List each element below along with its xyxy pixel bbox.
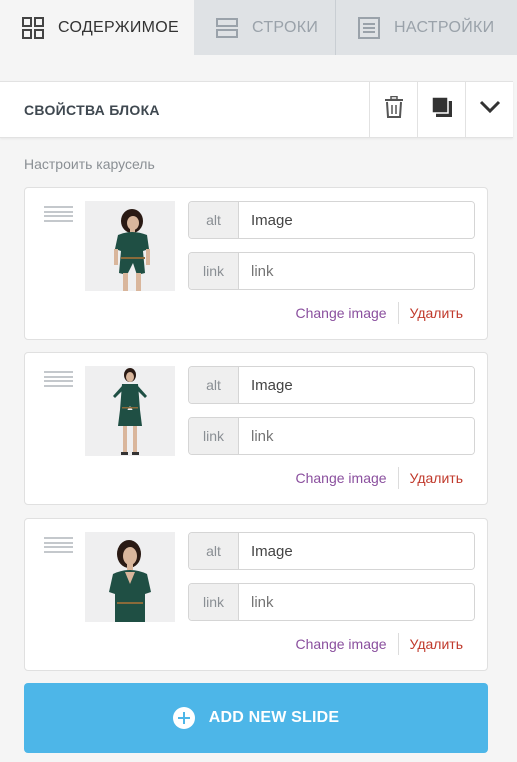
link-input[interactable] xyxy=(239,253,474,289)
delete-slide-link[interactable]: Удалить xyxy=(399,636,463,652)
link-addon-label: link xyxy=(189,584,239,620)
change-image-link[interactable]: Change image xyxy=(295,305,397,321)
link-input[interactable] xyxy=(239,584,474,620)
alt-field: alt xyxy=(188,201,475,239)
link-field: link xyxy=(188,417,475,455)
tab-content[interactable]: СОДЕРЖИМОЕ xyxy=(0,0,194,55)
alt-addon-label: alt xyxy=(189,202,239,238)
alt-addon-label: alt xyxy=(189,533,239,569)
grid-icon xyxy=(20,16,46,40)
add-new-slide-button[interactable]: ADD NEW SLIDE xyxy=(24,683,488,753)
tab-bar: СОДЕРЖИМОЕ СТРОКИ НАСТРОЙКИ xyxy=(0,0,517,55)
slide-card: alt link Change image Удалить xyxy=(24,352,488,505)
drag-handle[interactable] xyxy=(44,371,73,387)
link-field: link xyxy=(188,252,475,290)
slide-card: alt link Change image Удалить xyxy=(24,187,488,340)
tab-label: СТРОКИ xyxy=(252,18,319,36)
collapse-block-button[interactable] xyxy=(465,81,513,138)
slide-image xyxy=(85,366,175,456)
settings-list-icon xyxy=(356,16,382,40)
alt-input[interactable] xyxy=(239,533,474,569)
tab-label: СОДЕРЖИМОЕ xyxy=(58,18,180,36)
change-image-link[interactable]: Change image xyxy=(295,636,397,652)
slide-actions: Change image Удалить xyxy=(295,302,463,324)
chevron-down-icon xyxy=(479,100,501,119)
rows-icon xyxy=(214,16,240,40)
duplicate-block-button[interactable] xyxy=(417,81,465,138)
delete-slide-link[interactable]: Удалить xyxy=(399,470,463,486)
drag-handle[interactable] xyxy=(44,537,73,553)
alt-input[interactable] xyxy=(239,367,474,403)
plus-circle-icon xyxy=(172,707,195,729)
delete-block-button[interactable] xyxy=(369,81,417,138)
tab-rows[interactable]: СТРОКИ xyxy=(194,0,336,55)
block-properties-header: СВОЙСТВА БЛОКА xyxy=(0,81,513,138)
drag-handle[interactable] xyxy=(44,206,73,222)
add-new-slide-label: ADD NEW SLIDE xyxy=(208,709,340,726)
block-title: СВОЙСТВА БЛОКА xyxy=(24,101,160,118)
link-input[interactable] xyxy=(239,418,474,454)
slide-actions: Change image Удалить xyxy=(295,467,463,489)
tab-settings[interactable]: НАСТРОЙКИ xyxy=(336,0,517,55)
slide-actions: Change image Удалить xyxy=(295,633,463,655)
link-addon-label: link xyxy=(189,418,239,454)
alt-addon-label: alt xyxy=(189,367,239,403)
link-addon-label: link xyxy=(189,253,239,289)
alt-field: alt xyxy=(188,366,475,404)
duplicate-icon xyxy=(430,96,453,123)
alt-input[interactable] xyxy=(239,202,474,238)
slide-image xyxy=(85,201,175,291)
slide-image xyxy=(85,532,175,622)
delete-slide-link[interactable]: Удалить xyxy=(399,305,463,321)
alt-field: alt xyxy=(188,532,475,570)
carousel-section-label: Настроить карусель xyxy=(24,156,155,172)
slide-card: alt link Change image Удалить xyxy=(24,518,488,671)
tab-label: НАСТРОЙКИ xyxy=(394,18,495,36)
change-image-link[interactable]: Change image xyxy=(295,470,397,486)
trash-icon xyxy=(384,95,404,123)
link-field: link xyxy=(188,583,475,621)
